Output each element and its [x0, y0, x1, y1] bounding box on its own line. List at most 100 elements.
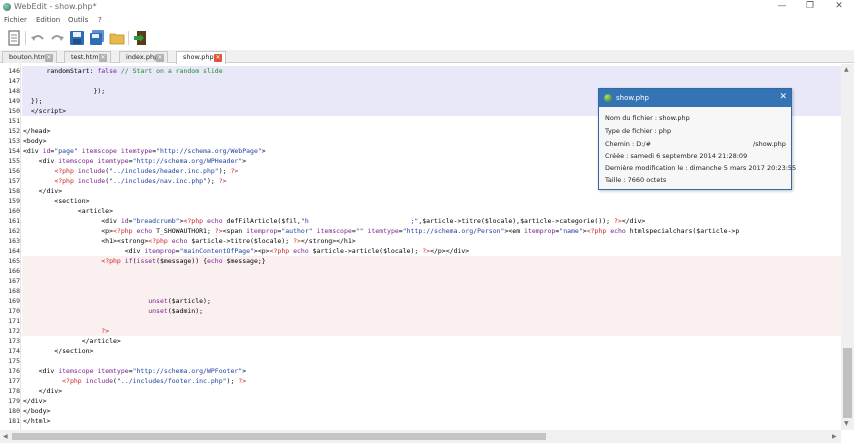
line-number-gutter: 146 147 148 149 150 151 152 153 154 155 156 157 158 1… [0, 64, 21, 430]
close-tab-icon[interactable]: ✕ [214, 54, 222, 62]
line-number: 159 [8, 197, 20, 205]
line-number: 172 [8, 327, 20, 335]
line-number: 151 [8, 117, 20, 125]
close-tab-icon[interactable]: ✕ [156, 54, 164, 62]
line-number: 155 [8, 157, 20, 165]
line-number: 175 [8, 357, 20, 365]
line-number: 177 [8, 377, 20, 385]
menu-help[interactable]: ? [98, 16, 102, 24]
scroll-down-icon[interactable]: ▼ [844, 420, 849, 427]
code-line[interactable]: </html> [23, 416, 841, 426]
line-number: 167 [8, 277, 20, 285]
code-line[interactable]: <h1><strong><?php echo $article->titre($… [23, 236, 841, 246]
undo-icon[interactable] [30, 30, 46, 46]
code-line[interactable]: <p><?php echo T_SHOWAUTHOR1; ?><span ite… [23, 226, 841, 236]
vertical-scrollbar[interactable]: ▲ ▼ [841, 64, 854, 430]
close-tab-icon[interactable]: ✕ [45, 54, 53, 62]
line-number: 174 [8, 347, 20, 355]
line-number: 157 [8, 177, 20, 185]
code-line[interactable]: <section> [23, 196, 841, 206]
code-line[interactable]: <?php include("../includes/footer.inc.ph… [23, 376, 841, 386]
tab-label: show.php [183, 53, 214, 61]
tab-index-php[interactable]: index.php ✕ [119, 51, 168, 63]
file-info-popup: show.php ✕ Nom du fichier : show.php Typ… [598, 88, 796, 190]
menu-outils[interactable]: Outils [68, 16, 88, 24]
line-number: 146 [8, 67, 20, 75]
line-number: 156 [8, 167, 20, 175]
tab-label: index.php [126, 53, 159, 61]
code-line[interactable]: ?> [23, 326, 841, 336]
line-number: 158 [8, 187, 20, 195]
scroll-left-icon[interactable]: ◀ [3, 433, 8, 440]
code-line[interactable]: </div> [23, 386, 841, 396]
code-line[interactable] [23, 276, 841, 286]
line-number: 153 [8, 137, 20, 145]
line-number: 148 [8, 87, 20, 95]
vertical-scroll-thumb[interactable] [843, 348, 852, 418]
horizontal-scrollbar[interactable]: ◀ ▶ [0, 430, 841, 443]
created-info: Créée : samedi 6 septembre 2014 21:28:09 [605, 152, 748, 160]
save-all-icon[interactable] [89, 30, 105, 46]
line-number: 162 [8, 227, 20, 235]
code-line[interactable]: </div> [23, 396, 841, 406]
line-number: 165 [8, 257, 20, 265]
code-line[interactable] [23, 76, 841, 86]
popup-header: show.php ✕ [599, 89, 791, 107]
line-number: 176 [8, 367, 20, 375]
close-tab-icon[interactable]: ✕ [99, 54, 107, 62]
scroll-up-icon[interactable]: ▲ [844, 66, 849, 73]
code-line[interactable] [23, 316, 841, 326]
tab-show-php[interactable]: show.php ✕ [176, 51, 226, 64]
code-line[interactable]: <article> [23, 206, 841, 216]
tab-test-html[interactable]: test.html ✕ [64, 51, 111, 63]
size-info: Taille : 7660 octets [605, 176, 667, 184]
save-icon[interactable] [69, 30, 85, 46]
line-number: 179 [8, 397, 20, 405]
open-folder-icon[interactable] [109, 30, 125, 46]
toolbar-separator [25, 31, 26, 45]
code-line[interactable]: <div id="breadcrumb"><?php echo defFilAr… [23, 216, 841, 226]
code-line[interactable]: unset($article); [23, 296, 841, 306]
scroll-right-icon[interactable]: ▶ [832, 433, 837, 440]
line-number: 147 [8, 77, 20, 85]
app-logo-icon [3, 3, 11, 11]
tab-label: bouton.html [9, 53, 49, 61]
code-line[interactable]: randomStart: false // Start on a random … [23, 66, 841, 76]
line-number: 181 [8, 417, 20, 425]
code-line[interactable] [23, 356, 841, 366]
menu-fichier[interactable]: Fichier [4, 16, 27, 24]
line-number: 180 [8, 407, 20, 415]
code-line[interactable]: <div itemscope itemtype="http://schema.o… [23, 366, 841, 376]
php-file-icon [604, 94, 612, 102]
menu-edition[interactable]: Edition [36, 16, 60, 24]
toolbar [0, 27, 854, 49]
line-number: 166 [8, 267, 20, 275]
modified-info: Dernière modification le : dimanche 5 ma… [605, 164, 797, 172]
popup-close-button[interactable]: ✕ [779, 92, 787, 102]
restore-button[interactable]: ❐ [796, 0, 824, 14]
line-number: 150 [8, 107, 20, 115]
code-line[interactable] [23, 286, 841, 296]
toolbar-separator [128, 31, 129, 45]
redo-icon[interactable] [49, 30, 65, 46]
exit-icon[interactable] [132, 30, 148, 46]
horizontal-scroll-thumb[interactable] [12, 433, 546, 440]
code-line[interactable]: <div itemprop="mainContentOfPage"><p><?p… [23, 246, 841, 256]
line-number: 169 [8, 297, 20, 305]
code-line[interactable] [23, 266, 841, 276]
line-number: 171 [8, 317, 20, 325]
code-line[interactable]: </article> [23, 336, 841, 346]
line-number: 173 [8, 337, 20, 345]
tab-label: test.html [71, 53, 101, 61]
code-line[interactable]: </body> [23, 406, 841, 416]
tab-bouton-html[interactable]: bouton.html ✕ [2, 51, 57, 63]
minimize-button[interactable]: — [768, 0, 796, 14]
line-number: 170 [8, 307, 20, 315]
new-file-icon[interactable] [6, 30, 22, 46]
close-window-button[interactable]: ✕ [825, 0, 853, 14]
code-line[interactable]: unset($admin); [23, 306, 841, 316]
line-number: 168 [8, 287, 20, 295]
code-line[interactable]: <?php if(isset($message)) {echo $message… [23, 256, 841, 266]
window-title: WebEdit - show.php* [14, 2, 97, 11]
code-line[interactable]: </section> [23, 346, 841, 356]
